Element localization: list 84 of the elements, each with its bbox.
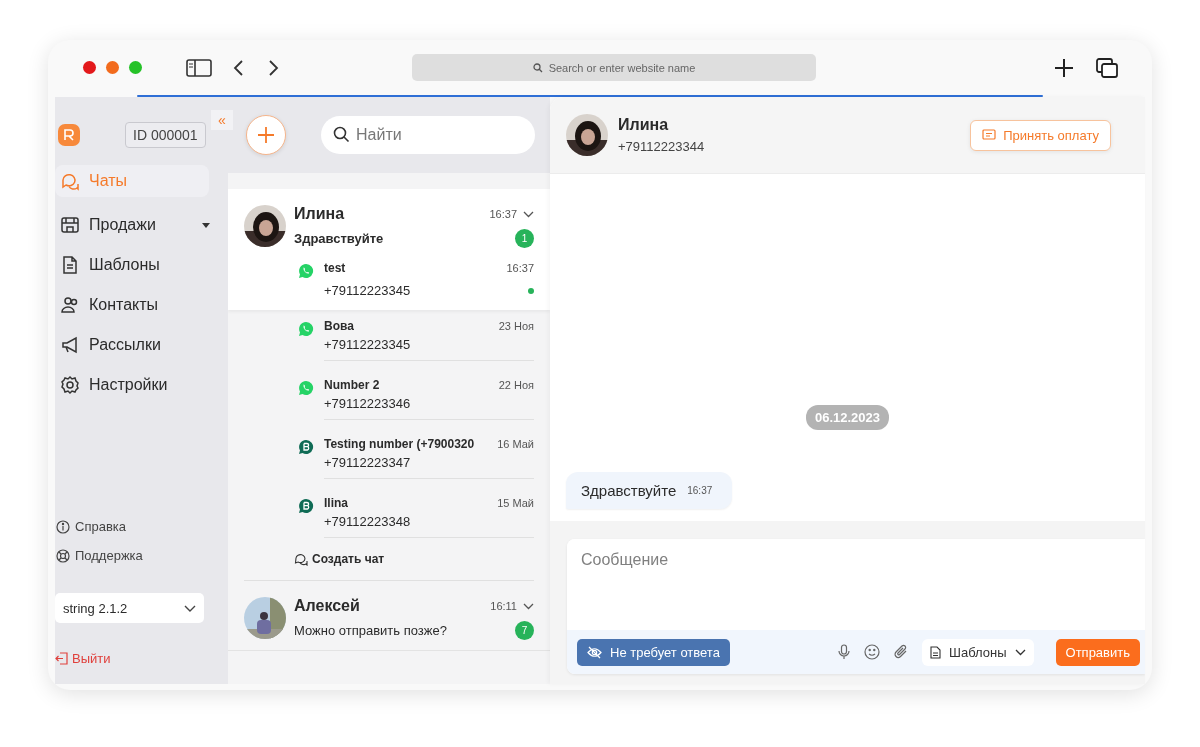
channel-item[interactable]: Testing number (+7900320 16 Май +79112223347: [228, 428, 550, 487]
nav-item[interactable]: Шаблоны: [55, 245, 228, 285]
chat-item[interactable]: Илина 16:37 Здравствуйте 1: [228, 189, 550, 252]
channel-name: Number 2: [324, 378, 381, 392]
search-icon: [333, 126, 350, 143]
megaphone-icon: [60, 335, 80, 355]
channel-name: Testing number (+7900320: [324, 437, 476, 451]
channel-time: 22 Ноя: [498, 379, 534, 391]
sidebar-toggle-icon[interactable]: [186, 58, 212, 77]
chevron-down-icon: [1014, 648, 1026, 656]
tabs-overview-icon[interactable]: [1095, 56, 1119, 79]
contact-name: Алексей: [294, 597, 361, 615]
search-field[interactable]: Найти: [321, 116, 535, 154]
store-icon: [60, 215, 80, 235]
nav-item[interactable]: Настройки: [55, 365, 228, 405]
message-text: Здравствуйте: [581, 482, 677, 499]
account-id: ID 000001: [125, 122, 206, 148]
version-select[interactable]: string 2.1.2: [55, 593, 204, 623]
message-time: 16:37: [687, 485, 713, 496]
lifebuoy-icon: [56, 548, 70, 563]
channel-name: test: [324, 261, 347, 275]
unread-badge: 7: [515, 621, 534, 640]
help-link[interactable]: Поддержка: [56, 548, 228, 563]
logo-icon: [58, 124, 80, 146]
eye-off-icon: [587, 645, 602, 659]
receipt-icon: [982, 129, 997, 141]
paperclip-icon[interactable]: [894, 644, 909, 660]
no-reply-button[interactable]: Не требует ответа: [577, 638, 730, 666]
plus-icon: [256, 125, 276, 145]
contact-phone: +79112223344: [618, 139, 706, 154]
channel-time: 15 Май: [497, 497, 534, 509]
channel-phone: +79112223345: [324, 283, 412, 298]
channel-item[interactable]: Вова 23 Ноя +79112223345: [228, 310, 550, 369]
logout-link[interactable]: Выйти: [55, 651, 228, 666]
message-input[interactable]: Сообщение: [567, 539, 1145, 630]
document-icon: [60, 255, 80, 275]
message-composer[interactable]: Сообщение Не требует ответа Шаблоны Отправить: [567, 539, 1145, 674]
channel-item[interactable]: test 16:37 +79112223345: [228, 252, 550, 310]
channel-phone: +79112223346: [324, 396, 412, 411]
templates-dropdown[interactable]: Шаблоны: [922, 638, 1034, 666]
channel-time: 23 Ноя: [498, 320, 534, 332]
document-icon: [930, 645, 942, 659]
chat-item[interactable]: Алексей 16:11 Можно отправить позже? 7: [228, 581, 550, 651]
channel-phone: +79112223347: [324, 455, 412, 470]
chevron-down-icon: [184, 604, 196, 612]
channel-item[interactable]: Ilina 15 Май +79112223348: [228, 487, 550, 546]
chat-time: 16:11: [490, 600, 517, 612]
microphone-icon[interactable]: [838, 644, 851, 660]
create-chat-link[interactable]: Создать чат: [244, 546, 534, 581]
channel-phone: +79112223348: [324, 514, 412, 529]
forward-icon[interactable]: [266, 58, 280, 77]
address-bar[interactable]: Search or enter website name: [412, 54, 816, 81]
settings-icon: [60, 375, 80, 395]
chat-time: 16:37: [489, 208, 517, 220]
info-icon: [56, 519, 70, 534]
people-icon: [60, 295, 80, 315]
chat-bubbles-icon: [60, 171, 80, 191]
caret-icon[interactable]: [202, 222, 210, 228]
minimize-window-button[interactable]: [106, 61, 119, 74]
new-tab-icon[interactable]: [1053, 56, 1075, 79]
logout-icon: [55, 652, 68, 665]
channel-time: 16:37: [506, 262, 534, 274]
message-preview: Можно отправить позже?: [294, 623, 448, 638]
channel-item[interactable]: Number 2 22 Ноя +79112223346: [228, 369, 550, 428]
channel-name: Ilina: [324, 496, 349, 510]
unread-badge: 1: [515, 229, 534, 248]
channel-phone: +79112223345: [324, 337, 412, 352]
chat-bubbles-icon: [294, 552, 308, 566]
message-preview: Здравствуйте: [294, 231, 385, 246]
back-icon[interactable]: [232, 58, 246, 77]
channel-name: Вова: [324, 319, 355, 333]
chevron-down-icon[interactable]: [523, 602, 534, 610]
contact-name: Илина: [618, 116, 670, 134]
emoji-icon[interactable]: [864, 644, 881, 660]
help-link[interactable]: Справка: [56, 519, 228, 534]
nav-item[interactable]: Контакты: [55, 285, 228, 325]
nav-item[interactable]: Продажи: [55, 205, 228, 245]
close-window-button[interactable]: [83, 61, 96, 74]
nav-item[interactable]: Рассылки: [55, 325, 228, 365]
search-icon: [532, 62, 543, 73]
date-chip: 06.12.2023: [805, 405, 890, 430]
channel-time: 16 Май: [497, 438, 534, 450]
contact-name: Илина: [294, 205, 346, 223]
chevron-down-icon[interactable]: [523, 210, 534, 218]
